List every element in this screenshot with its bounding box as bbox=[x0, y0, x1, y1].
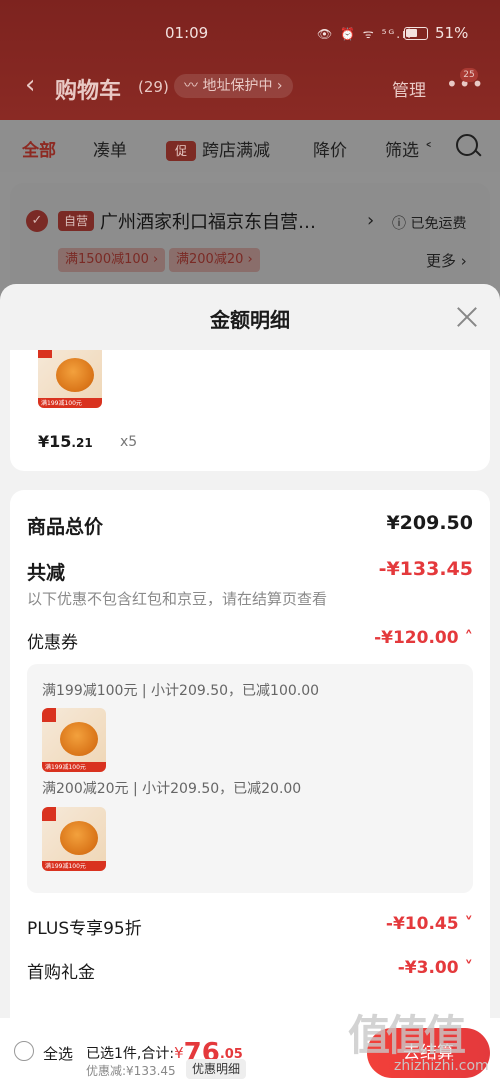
select-all-label[interactable]: 全选 bbox=[43, 1043, 73, 1064]
status-bar: 01:09 👁 ⏰ ᯤ ⁵ᴳ.ıl 51% bbox=[0, 24, 500, 44]
promo-chip[interactable]: 满1500减100 › bbox=[58, 248, 166, 272]
back-icon[interactable]: ‹ bbox=[25, 70, 35, 100]
tab-all[interactable]: 全部 bbox=[22, 136, 56, 161]
coupon-product-thumbnail: 满199减100元 bbox=[42, 708, 106, 772]
tab-filter[interactable]: 筛选 ˂ bbox=[385, 136, 433, 161]
product-quantity: x5 bbox=[120, 434, 138, 450]
discount-summary: 优惠减:¥133.45 bbox=[86, 1064, 176, 1078]
first-purchase-value[interactable]: -¥3.00 ˅ bbox=[398, 958, 473, 978]
status-icons: 👁 ⏰ ᯤ ⁵ᴳ.ıl bbox=[317, 27, 413, 41]
page-title: 购物车 bbox=[55, 79, 122, 104]
coupon-line: 满199减100元 | 小计209.50，已减100.00 bbox=[42, 683, 320, 699]
coupon-value[interactable]: -¥120.00 ˄ bbox=[374, 628, 473, 648]
plus-value[interactable]: -¥10.45 ˅ bbox=[386, 914, 473, 934]
total-label: 商品总价 bbox=[27, 516, 104, 538]
total-value: ¥209.50 bbox=[386, 512, 473, 534]
coupon-line: 满200减20元 | 小计209.50，已减20.00 bbox=[42, 781, 302, 797]
search-icon[interactable] bbox=[456, 134, 478, 156]
store-check-icon[interactable]: ✓ bbox=[26, 210, 48, 232]
watermark-text: zhizhizhi.com bbox=[394, 1058, 489, 1074]
summary-card: 商品总价 ¥209.50 共减 -¥133.45 以下优惠不包含红包和京豆，请在… bbox=[10, 490, 490, 1085]
product-price: ¥15.21 bbox=[38, 432, 93, 451]
title-bar: ‹ 购物车 (29) 〰 地址保护中 › 管理 ••• 25 bbox=[0, 68, 500, 106]
product-thumbnail[interactable]: 满199减100元 bbox=[38, 350, 102, 408]
reduce-row: 共减 -¥133.45 以下优惠不包含红包和京豆，请在结算页查看 bbox=[27, 558, 473, 608]
select-all-radio[interactable] bbox=[14, 1041, 34, 1061]
amount-detail-sheet: 金额明细 满199减100元 ¥15.21 x5 商品总价 ¥209.50 共减… bbox=[0, 284, 500, 1085]
promo-chip[interactable]: 满200减20 › bbox=[169, 248, 260, 272]
discount-detail-button[interactable]: 优惠明细 bbox=[186, 1059, 247, 1079]
cart-count: (29) bbox=[138, 78, 169, 96]
free-shipping-label: ⓘ 已免运费 bbox=[392, 216, 467, 232]
store-card bbox=[10, 183, 490, 293]
close-icon[interactable] bbox=[454, 304, 480, 330]
store-arrow-icon[interactable]: › bbox=[367, 210, 374, 231]
reduce-label: 共减 bbox=[27, 562, 66, 584]
filter-tabs: 全部 凑单 促跨店满减 降价 筛选 ˂ bbox=[0, 120, 500, 172]
more-promos-link[interactable]: 更多 › bbox=[426, 250, 467, 271]
sheet-title: 金额明细 bbox=[210, 308, 290, 332]
tab-coudan[interactable]: 凑单 bbox=[93, 136, 127, 161]
notification-badge: 25 bbox=[460, 68, 478, 82]
tab-cross-store-label: 跨店满减 bbox=[202, 141, 270, 161]
reduce-value: -¥133.45 bbox=[378, 558, 473, 580]
header: 01:09 👁 ⏰ ᯤ ⁵ᴳ.ıl 51% ‹ 购物车 (29) 〰 地址保护中… bbox=[0, 0, 500, 120]
reduce-note: 以下优惠不包含红包和京豆，请在结算页查看 bbox=[27, 590, 328, 608]
coupon-detail-box: 满199减100元 | 小计209.50，已减100.00 满199减100元 … bbox=[27, 664, 473, 893]
tab-price-drop[interactable]: 降价 bbox=[313, 136, 347, 161]
manage-button[interactable]: 管理 bbox=[392, 76, 426, 101]
watermark-logo: 值值值 bbox=[348, 1011, 466, 1060]
first-purchase-label: 首购礼金 bbox=[27, 963, 95, 983]
product-card: 满199减100元 ¥15.21 x5 bbox=[10, 350, 490, 471]
plus-label: PLUS专享95折 bbox=[27, 919, 142, 939]
battery-percent: 51% bbox=[435, 24, 469, 42]
promo-tag: 促 bbox=[166, 141, 196, 161]
coupon-product-thumbnail: 满199减100元 bbox=[42, 807, 106, 871]
clock: 01:09 bbox=[165, 24, 209, 42]
tab-cross-store[interactable]: 促跨店满减 bbox=[166, 136, 270, 161]
self-operated-tag: 自营 bbox=[58, 211, 94, 231]
store-name[interactable]: 广州酒家利口福京东自营… bbox=[100, 208, 316, 234]
address-protect-button[interactable]: 〰 地址保护中 › bbox=[174, 74, 293, 98]
battery-icon bbox=[404, 27, 428, 40]
coupon-label: 优惠券 bbox=[27, 633, 78, 653]
